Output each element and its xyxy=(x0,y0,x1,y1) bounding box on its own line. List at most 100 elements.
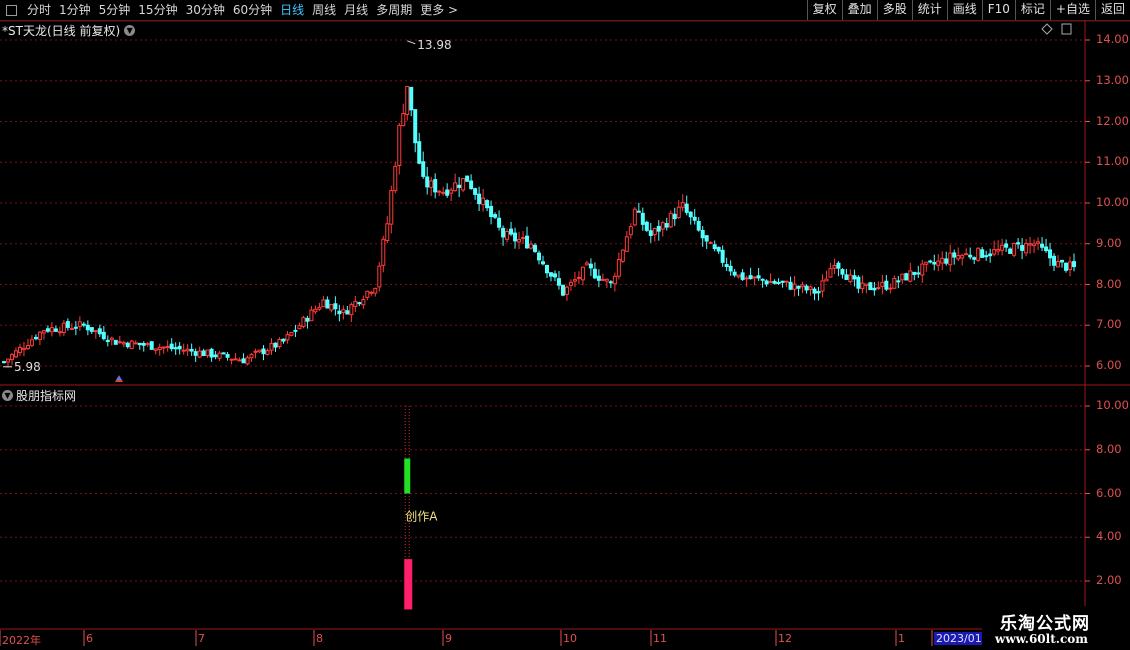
low-price-label: 5.98 xyxy=(14,360,41,374)
candle-down xyxy=(149,341,154,350)
candle-down xyxy=(469,180,474,190)
candle-up xyxy=(604,278,609,282)
candle-down xyxy=(776,282,781,285)
candle-up xyxy=(924,261,929,265)
candle-up xyxy=(309,309,314,322)
stock-title[interactable]: *ST天龙(日线 前复权) ▼ xyxy=(2,22,136,39)
candle-down xyxy=(293,329,298,332)
candle-down xyxy=(968,254,973,258)
candle-up xyxy=(784,280,789,283)
candle-down xyxy=(656,225,661,232)
candle-down xyxy=(704,235,709,242)
candle-down xyxy=(465,175,470,182)
candle-up xyxy=(253,350,258,353)
candle-up xyxy=(129,340,134,349)
candle-up xyxy=(297,325,302,330)
candle-down xyxy=(177,345,182,350)
candle-up xyxy=(996,248,1001,252)
candle-down xyxy=(640,212,645,225)
chevron-down-icon[interactable]: ▼ xyxy=(124,25,136,36)
candle-up xyxy=(808,286,813,290)
candle-down xyxy=(213,354,218,358)
candle-up xyxy=(133,342,138,345)
candle-down xyxy=(716,246,721,252)
candle-down xyxy=(548,272,553,277)
y-tick-label: 4.00 xyxy=(1096,529,1122,544)
candle-up xyxy=(121,342,126,345)
candle-down xyxy=(173,347,178,350)
candle-down xyxy=(413,109,418,144)
candle-down xyxy=(1,361,6,364)
candle-up xyxy=(864,283,869,286)
candle-up xyxy=(1012,243,1017,256)
candle-down xyxy=(840,269,845,275)
candle-up xyxy=(668,212,673,228)
candle-up xyxy=(660,222,665,230)
candle-up xyxy=(329,304,334,311)
candle-down xyxy=(664,223,669,228)
candle-up xyxy=(1056,260,1061,268)
candle-down xyxy=(85,324,90,331)
y-tick-label: 7.00 xyxy=(1096,317,1122,332)
candle-down xyxy=(273,342,278,348)
candle-down xyxy=(732,271,737,276)
candle-down xyxy=(1060,259,1065,263)
candle-down xyxy=(844,274,849,280)
candle-up xyxy=(277,339,282,348)
candle-down xyxy=(193,351,198,356)
candle-down xyxy=(1016,242,1021,245)
candle-up xyxy=(269,343,274,351)
candle-down xyxy=(1044,246,1049,252)
x-tick-label: 12 xyxy=(778,632,792,645)
candle-down xyxy=(189,348,194,352)
candle-up xyxy=(13,350,18,358)
candle-down xyxy=(97,328,102,335)
candle-up xyxy=(249,353,254,359)
candle-up xyxy=(157,346,162,351)
candle-up xyxy=(736,274,741,278)
candle-down xyxy=(804,285,809,291)
candle-down xyxy=(1040,243,1045,248)
candle-up xyxy=(245,357,250,365)
candle-up xyxy=(453,182,458,192)
candle-down xyxy=(525,235,530,249)
candle-up xyxy=(792,283,797,290)
candle-down xyxy=(125,342,130,348)
candle-down xyxy=(1004,243,1009,248)
indicator-title[interactable]: ▼ 股朋指标网 xyxy=(2,387,76,404)
y-tick-label: 2.00 xyxy=(1096,573,1122,587)
candle-down xyxy=(896,280,901,283)
candle-up xyxy=(49,327,54,333)
candle-up xyxy=(117,341,122,344)
x-tick-label: 7 xyxy=(198,632,205,645)
chevron-down-icon[interactable]: ▼ xyxy=(2,390,13,401)
candle-down xyxy=(241,358,246,364)
candle-down xyxy=(836,262,841,269)
x-tick-label: 9 xyxy=(445,632,452,645)
candle-down xyxy=(588,263,593,269)
candle-up xyxy=(880,281,885,287)
candle-up xyxy=(17,346,22,354)
candle-up xyxy=(900,273,905,281)
candle-up xyxy=(956,255,961,260)
candle-up xyxy=(373,287,378,294)
candle-up xyxy=(876,287,881,290)
candle-down xyxy=(684,203,689,213)
candle-down xyxy=(720,249,725,263)
candle-down xyxy=(932,262,937,265)
candle-up xyxy=(481,197,486,206)
candle-up xyxy=(161,346,166,349)
candle-down xyxy=(325,299,330,309)
candle-up xyxy=(153,348,158,351)
candle-down xyxy=(201,350,206,357)
candle-up xyxy=(369,291,374,294)
candle-up xyxy=(584,262,589,266)
candle-down xyxy=(928,260,933,263)
candle-up xyxy=(517,239,522,243)
candle-down xyxy=(540,261,545,265)
candle-down xyxy=(608,281,613,284)
candle-down xyxy=(1008,248,1013,254)
candle-down xyxy=(477,193,482,205)
candle-up xyxy=(752,276,757,279)
candle-down xyxy=(137,342,142,346)
